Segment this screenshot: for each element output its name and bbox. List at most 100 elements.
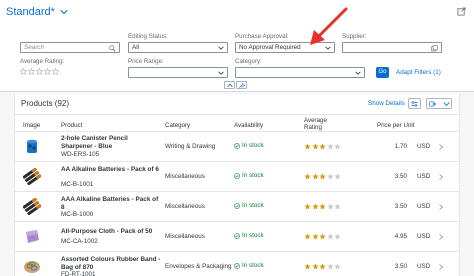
star-outline-icon[interactable]: [28, 68, 35, 75]
product-price: 3.50: [394, 263, 407, 270]
star-empty-icon: [326, 173, 334, 180]
star-filled-icon: [304, 143, 311, 150]
product-name[interactable]: AAA Alkaline Batteries - Pack of 8: [61, 196, 161, 211]
product-currency: USD: [417, 143, 431, 150]
rating-indicator: [304, 263, 341, 270]
product-id: WD-ERS-105: [61, 151, 100, 158]
product-category: Miscellaneous: [165, 173, 205, 180]
product-image-rubber-bands: [24, 261, 40, 273]
settings-button[interactable]: [408, 98, 421, 109]
chevron-up-icon: [227, 83, 233, 88]
column-header-category[interactable]: Category: [165, 122, 190, 129]
star-empty-icon: [326, 233, 334, 240]
pin-header-button[interactable]: [236, 81, 247, 89]
chevron-right-icon[interactable]: [439, 144, 443, 150]
chevron-down-icon: [218, 71, 224, 75]
product-price: 3.50: [394, 203, 407, 210]
product-currency: USD: [417, 203, 431, 210]
chevron-right-icon[interactable]: [439, 204, 443, 210]
editing-status-value: All: [132, 44, 139, 51]
product-category: Miscellaneous: [165, 203, 205, 210]
rating-filter[interactable]: [20, 68, 59, 75]
rating-header-line2: Rating: [304, 124, 322, 131]
export-menu-button[interactable]: [426, 98, 452, 109]
product-image-sharpener: [27, 139, 37, 153]
product-id: MC-B-1000: [61, 211, 94, 218]
availability-status: In stock: [234, 232, 264, 239]
column-header-availability[interactable]: Availability: [234, 122, 263, 129]
show-details-link[interactable]: Show Details: [368, 100, 405, 107]
value-help-icon[interactable]: [431, 44, 438, 52]
product-name[interactable]: All-Purpose Cloth - Pack of 50: [61, 228, 161, 236]
availability-status: In stock: [234, 172, 264, 179]
search-icon[interactable]: [109, 44, 116, 52]
chevron-down-icon: [443, 102, 450, 106]
purchase-approval-label: Purchase Approval:: [235, 33, 289, 40]
table-row[interactable]: All-Purpose Cloth - Pack of 50 MC-CA-100…: [15, 222, 459, 252]
product-currency: USD: [417, 233, 431, 240]
star-filled-icon: [304, 203, 311, 210]
availability-label: In stock: [242, 142, 264, 149]
collapse-header-button[interactable]: [224, 81, 235, 89]
export-icon: [429, 101, 436, 107]
chevron-right-icon[interactable]: [439, 174, 443, 180]
pin-icon: [239, 83, 245, 88]
table-row[interactable]: 2-hole Canister Pencil Sharpener - Blue …: [15, 132, 459, 162]
rating-indicator: [304, 203, 341, 210]
adapt-filters-link[interactable]: Adapt Filters (1): [396, 69, 441, 76]
product-category: Writing & Drawing: [165, 143, 216, 150]
editing-status-label: Editing Status:: [128, 33, 168, 40]
product-name[interactable]: Assorted Colours Rubber Band - Bag of 87…: [61, 256, 161, 271]
category-select[interactable]: [235, 67, 365, 78]
star-empty-icon: [334, 143, 341, 150]
settings-icon: [411, 101, 418, 107]
availability-label: In stock: [242, 172, 264, 179]
go-button[interactable]: Go: [376, 67, 389, 78]
star-empty-icon: [334, 173, 341, 180]
product-category: Miscellaneous: [165, 233, 205, 240]
product-currency: USD: [417, 263, 431, 270]
star-filled-icon: [311, 143, 319, 150]
star-filled-icon: [311, 203, 319, 210]
table-row[interactable]: Assorted Colours Rubber Band - Bag of 87…: [15, 252, 459, 276]
search-input[interactable]: Search: [20, 42, 120, 53]
availability-label: In stock: [242, 232, 264, 239]
product-name[interactable]: 2-hole Canister Pencil Sharpener - Blue: [61, 135, 161, 150]
chevron-down-icon[interactable]: [60, 8, 68, 16]
share-icon[interactable]: [457, 7, 466, 16]
filter-bar-header: Standard* Search Editing Status: All Pur…: [0, 0, 474, 92]
star-outline-icon[interactable]: [52, 68, 59, 75]
product-image-batteries: [23, 168, 41, 185]
star-empty-icon: [326, 143, 334, 150]
product-id: FD-RT-1001: [61, 271, 96, 276]
editing-status-select[interactable]: All: [128, 42, 228, 53]
column-header-rating[interactable]: Average Rating: [304, 117, 327, 131]
product-name[interactable]: AA Alkaline Batteries - Pack of 6: [61, 166, 161, 174]
star-outline-icon[interactable]: [44, 68, 51, 75]
product-price: 4.95: [394, 233, 407, 240]
star-outline-icon[interactable]: [36, 68, 43, 75]
star-filled-icon: [319, 263, 326, 270]
product-price: 3.50: [394, 173, 407, 180]
check-circle-icon: [234, 232, 240, 239]
table-title: Products (92): [21, 99, 70, 108]
star-empty-icon: [326, 203, 334, 210]
column-header-product[interactable]: Product: [61, 122, 82, 129]
column-header-image: Image: [23, 122, 41, 129]
product-category: Envelopes & Packaging: [165, 263, 232, 270]
star-outline-icon[interactable]: [20, 68, 27, 75]
price-range-select[interactable]: [128, 67, 228, 78]
table-row[interactable]: AAA Alkaline Batteries - Pack of 8 MC-B-…: [15, 192, 459, 222]
variant-title[interactable]: Standard*: [6, 6, 55, 18]
availability-label: In stock: [242, 262, 264, 269]
star-filled-icon: [319, 203, 326, 210]
star-filled-icon: [304, 233, 311, 240]
column-header-price[interactable]: Price per Unit: [377, 122, 414, 129]
product-image-batteries: [23, 198, 41, 215]
chevron-right-icon[interactable]: [439, 264, 443, 270]
chevron-right-icon[interactable]: [439, 234, 443, 240]
variant-selector[interactable]: Standard*: [6, 6, 68, 18]
table-row[interactable]: AA Alkaline Batteries - Pack of 6 MC-B-1…: [15, 162, 459, 192]
star-empty-icon: [326, 263, 334, 270]
price-range-label: Price Range:: [128, 58, 164, 65]
